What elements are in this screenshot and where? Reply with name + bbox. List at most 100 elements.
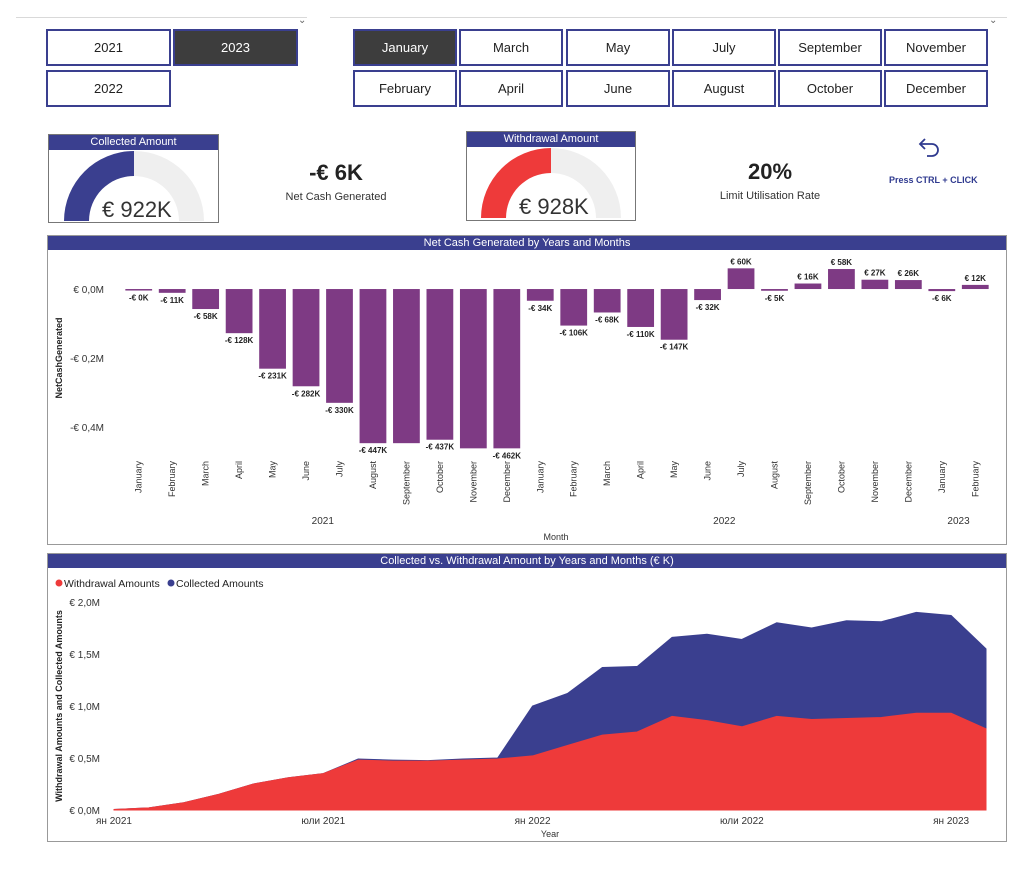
net-cash-value: -€ 6K xyxy=(309,160,363,185)
x-tick-label: May xyxy=(669,461,679,479)
bar[interactable] xyxy=(459,289,487,449)
x-tick-label: February xyxy=(167,461,177,498)
x-tick-label: September xyxy=(401,461,411,505)
bar[interactable] xyxy=(192,289,220,310)
legend: Withdrawal Amounts Collected Amounts xyxy=(55,578,264,590)
x-tick-label: ян 2023 xyxy=(933,816,969,827)
bar-data-label: € 58K xyxy=(831,258,853,267)
bar-data-label: -€ 6K xyxy=(932,294,952,303)
bar[interactable] xyxy=(727,268,755,290)
bar[interactable] xyxy=(627,289,655,327)
bar[interactable] xyxy=(426,289,454,440)
collected-withdrawal-area-chart: Withdrawal Amounts Collected Amounts€ 0,0… xyxy=(54,578,987,839)
bar[interactable] xyxy=(493,289,521,449)
back-arrow-icon xyxy=(918,138,939,157)
x-tick-label: August xyxy=(770,461,780,490)
y-axis-label: Withdrawal Amounts and Collected Amounts xyxy=(54,610,64,802)
withdrawal-amount-card: Withdrawal Amount € 928K xyxy=(466,131,636,221)
x-tick-label: January xyxy=(535,461,545,494)
month-button-may[interactable]: May xyxy=(566,29,670,66)
bar[interactable] xyxy=(961,284,989,290)
legend-label: Collected Amounts xyxy=(176,578,264,590)
bar[interactable] xyxy=(158,289,186,293)
year-button-2023[interactable]: 2023 xyxy=(173,29,298,66)
x-tick-label: юли 2021 xyxy=(301,816,345,827)
bar[interactable] xyxy=(761,289,788,291)
bar-data-label: € 60K xyxy=(730,257,752,266)
bar-data-label: € 27K xyxy=(864,269,886,278)
month-slicer-chevron-icon[interactable]: ⌄ xyxy=(989,15,997,26)
bar[interactable] xyxy=(326,289,353,403)
bar-data-label: -€ 32K xyxy=(696,303,720,312)
y-axis-label: NetCashGenerated xyxy=(54,317,64,398)
bar[interactable] xyxy=(225,289,253,334)
bar-data-label: -€ 110K xyxy=(627,330,655,339)
bar-data-label: € 12K xyxy=(965,274,987,283)
y-tick-label: € 2,0M xyxy=(69,598,100,609)
x-group-label: 2021 xyxy=(312,516,335,527)
bar[interactable] xyxy=(593,289,621,313)
back-button[interactable] xyxy=(917,135,943,161)
bar[interactable] xyxy=(694,289,721,301)
month-button-january[interactable]: January xyxy=(353,29,457,66)
bar-data-label: -€ 58K xyxy=(194,312,218,321)
month-button-february[interactable]: February xyxy=(353,70,457,107)
x-tick-label: January xyxy=(134,461,144,494)
bar-data-label: -€ 147K xyxy=(660,343,689,352)
bar-data-label: € 16K xyxy=(797,273,819,282)
bar-data-label: -€ 330K xyxy=(325,406,354,415)
x-tick-label: November xyxy=(468,461,478,503)
bar-data-label: -€ 282K xyxy=(292,389,321,398)
bar[interactable] xyxy=(560,289,588,326)
bar[interactable] xyxy=(928,289,956,292)
net-cash-bar-chart: € 0,0M -€ 0,2M -€ 0,4M NetCashGenerated -€ 0… xyxy=(54,257,989,542)
bar[interactable] xyxy=(828,269,855,290)
bar[interactable] xyxy=(526,289,554,301)
month-button-april[interactable]: April xyxy=(459,70,563,107)
bar[interactable] xyxy=(359,289,387,444)
bar[interactable] xyxy=(259,289,286,369)
x-tick-label: October xyxy=(435,461,445,493)
bar[interactable] xyxy=(794,283,822,290)
year-button-2021[interactable]: 2021 xyxy=(46,29,171,66)
legend-marker xyxy=(167,579,175,587)
month-button-november[interactable]: November xyxy=(884,29,988,66)
x-group-label: 2023 xyxy=(947,516,970,527)
month-slicer-frame xyxy=(330,17,1007,18)
x-tick-label: February xyxy=(569,461,579,498)
x-tick-label: October xyxy=(836,461,846,493)
bar[interactable] xyxy=(125,289,153,291)
x-tick-label: January xyxy=(937,461,947,494)
month-button-october[interactable]: October xyxy=(778,70,882,107)
collected-amount-title: Collected Amount xyxy=(49,135,218,150)
x-group-label: 2022 xyxy=(713,516,736,527)
month-button-march[interactable]: March xyxy=(459,29,563,66)
bar[interactable] xyxy=(861,279,889,290)
x-axis-label: Year xyxy=(541,829,559,839)
month-button-june[interactable]: June xyxy=(566,70,670,107)
bar[interactable] xyxy=(292,289,320,387)
net-cash-label: Net Cash Generated xyxy=(285,191,387,203)
year-button-2022[interactable]: 2022 xyxy=(46,70,171,107)
month-button-july[interactable]: July xyxy=(672,29,776,66)
x-tick-label: March xyxy=(201,461,211,486)
bar[interactable] xyxy=(660,289,688,340)
x-tick-label: ян 2022 xyxy=(515,816,551,827)
bar-data-label: -€ 34K xyxy=(528,304,552,313)
limit-utilisation-value: 20% xyxy=(747,159,793,184)
bar-data-label: -€ 106K xyxy=(559,329,588,338)
bar-data-label: -€ 231K xyxy=(258,372,287,381)
bar[interactable] xyxy=(393,289,420,444)
month-button-december[interactable]: December xyxy=(884,70,988,107)
x-tick-label: July xyxy=(335,461,345,478)
y-tick-label: € 0,5M xyxy=(69,754,100,765)
year-slicer-chevron-icon[interactable]: ⌄ xyxy=(298,15,306,26)
month-button-september[interactable]: September xyxy=(778,29,882,66)
month-button-august[interactable]: August xyxy=(672,70,776,107)
x-tick-label: March xyxy=(602,461,612,486)
bar-data-label: -€ 68K xyxy=(595,315,619,324)
y-tick-label: € 1,0M xyxy=(69,702,100,713)
x-tick-label: юли 2022 xyxy=(720,816,764,827)
bar[interactable] xyxy=(894,280,922,290)
x-tick-label: April xyxy=(234,461,244,479)
